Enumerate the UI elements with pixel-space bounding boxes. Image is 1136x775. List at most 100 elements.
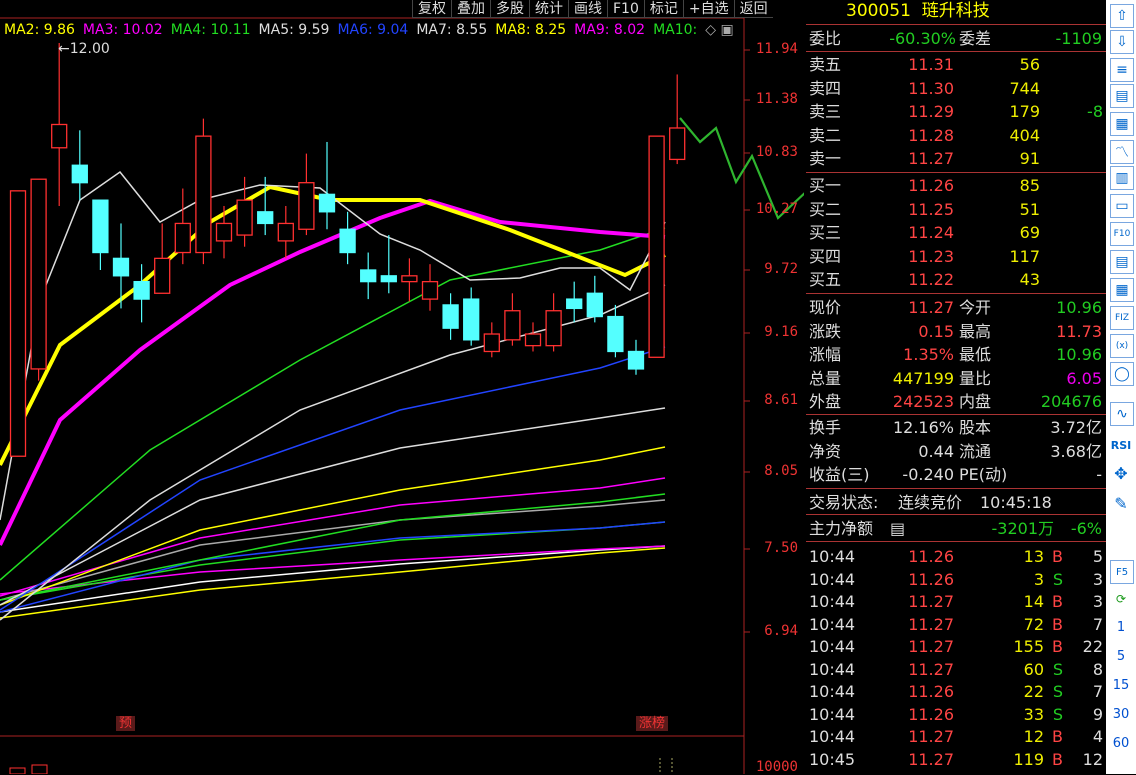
move-icon[interactable]: ✥ xyxy=(1110,462,1132,484)
toolbar-button-1[interactable]: 叠加 xyxy=(451,0,490,18)
quote-value: 1.35% xyxy=(903,345,954,364)
tick-count: 12 xyxy=(1082,749,1103,769)
quote-value: 10.96 xyxy=(1056,298,1102,317)
candle-icon[interactable]: ▥ xyxy=(1110,166,1134,190)
wave-icon[interactable]: ∿ xyxy=(1110,402,1134,426)
candle-body xyxy=(421,280,439,300)
toolbar-button-5[interactable]: F10 xyxy=(607,0,644,18)
toolbar-button-3[interactable]: 统计 xyxy=(529,0,568,18)
y-tick-label: 10000 xyxy=(755,759,798,775)
y-axis: 11.94 11.38 10.83 10.27 9.72 9.16 8.61 8.05 7.50… xyxy=(744,0,804,775)
bid-price: 11.22 xyxy=(908,270,954,289)
rfx-icon[interactable]: (x) xyxy=(1110,334,1134,358)
period-5[interactable]: 5 xyxy=(1106,649,1136,664)
bid-price: 11.25 xyxy=(908,199,954,219)
table-icon[interactable]: ▦ xyxy=(1110,112,1134,136)
bid-volume: 51 xyxy=(1019,199,1040,219)
toolbar-button-6[interactable]: 标记 xyxy=(643,0,683,18)
period-15[interactable]: 15 xyxy=(1106,678,1136,693)
limit-up-tag[interactable]: 涨榜 xyxy=(636,716,669,731)
circle-icon[interactable]: ◯ xyxy=(1110,362,1134,386)
candle-body xyxy=(442,304,459,329)
tick-count: 4 xyxy=(1092,727,1103,746)
chart-toolbar: 复权 叠加 多股 统计 画线 F10 标记 +自选 返回 xyxy=(412,0,773,18)
fund-row: 换手 12.16% 股本 3.72亿 xyxy=(806,416,1106,439)
candle-body xyxy=(277,222,294,242)
doc-icon[interactable]: ▤ xyxy=(1110,250,1134,274)
toolbar-button-4[interactable]: 画线 xyxy=(568,0,607,18)
fiz-icon[interactable]: FIZ xyxy=(1110,306,1134,330)
pen-icon[interactable]: ✎ xyxy=(1110,492,1132,514)
tick-volume: 33 xyxy=(1023,704,1044,724)
mainflow-row[interactable]: 主力净额 ▤ -3201万 -6% xyxy=(806,517,1106,540)
line-chart-icon[interactable]: 〽 xyxy=(1110,140,1134,164)
candle-body xyxy=(648,135,665,358)
bid-label: 买三 xyxy=(809,223,842,242)
y-tick-label: 9.16 xyxy=(764,324,798,340)
toolbar-button-7[interactable]: +自选 xyxy=(682,0,734,18)
tick-side: S xyxy=(1052,704,1063,724)
y-tick-label: 9.72 xyxy=(764,261,798,277)
bid-row: 买一 11.26 85 xyxy=(806,174,1106,197)
period-1[interactable]: 1 xyxy=(1106,620,1136,635)
quote-row: 现价 11.27 今开 10.96 xyxy=(806,296,1106,319)
tick-count: 22 xyxy=(1082,637,1103,656)
quote-label: 现价 xyxy=(809,298,842,317)
toolbar-button-2[interactable]: 多股 xyxy=(490,0,529,18)
arrow-up-icon[interactable]: ⇧ xyxy=(1110,4,1134,28)
candle-body xyxy=(195,135,212,254)
period-30[interactable]: 30 xyxy=(1106,707,1136,722)
tick-row: 10:44 11.27 155 B 22 xyxy=(806,635,1106,658)
tick-time: 10:44 xyxy=(809,547,856,566)
list-icon[interactable]: ▤ xyxy=(890,517,905,540)
tick-side: B xyxy=(1052,614,1063,634)
kline-svg[interactable] xyxy=(0,0,804,774)
bars-icon[interactable]: ▤ xyxy=(1110,84,1134,108)
fund-label: 股本 xyxy=(959,418,992,437)
candle-body xyxy=(30,178,47,370)
refresh-icon[interactable]: ⟳ xyxy=(1110,588,1132,610)
wei-diff-label: 委差 xyxy=(959,29,992,48)
legend-icons[interactable]: ◇ ▣ xyxy=(705,20,733,40)
kline-chart[interactable]: ←12.00 复权 叠加 多股 统计 画线 F10 标记 +自选 返回 MA2: 9.86 MA3… xyxy=(0,0,804,775)
toolbar-button-0[interactable]: 复权 xyxy=(412,0,451,18)
y-tick-label: 7.50 xyxy=(764,540,798,556)
ask-volume: 404 xyxy=(1009,125,1040,145)
quote-value: 0.15 xyxy=(918,321,954,341)
f5-label[interactable]: F5 xyxy=(1110,560,1134,584)
candle-body xyxy=(401,275,418,283)
ma-legend-item: MA5: 9.59 xyxy=(258,22,330,38)
tick-side: S xyxy=(1052,682,1063,701)
stock-code: 300051 xyxy=(846,1,911,21)
tick-price: 11.26 xyxy=(908,704,954,724)
divider xyxy=(806,293,1106,294)
tick-row: 10:44 11.26 22 S 7 xyxy=(806,680,1106,703)
list-icon[interactable]: ≡ xyxy=(1110,58,1134,82)
ma-legend-item: MA6: 9.04 xyxy=(337,22,409,38)
page-icon[interactable]: ▭ xyxy=(1110,194,1134,218)
period-60[interactable]: 60 xyxy=(1106,736,1136,751)
tick-side: B xyxy=(1052,592,1063,611)
tick-count: 3 xyxy=(1092,569,1103,589)
ask-change: -8 xyxy=(1087,102,1103,121)
toolbar-button-8[interactable]: 返回 xyxy=(733,0,773,18)
quote-value: 11.73 xyxy=(1056,321,1102,341)
grid-icon[interactable]: ▦ xyxy=(1110,278,1134,302)
quote-value: 6.05 xyxy=(1066,368,1102,388)
ma-line xyxy=(0,227,666,581)
f10-icon[interactable]: F10 xyxy=(1110,222,1134,246)
quote-value: 242523 xyxy=(892,392,954,411)
tick-price: 11.26 xyxy=(908,547,954,566)
candle-body xyxy=(463,298,480,341)
fund-value: - xyxy=(1096,465,1102,484)
arrow-down-icon[interactable]: ⇩ xyxy=(1110,30,1134,54)
candle-body xyxy=(9,190,27,457)
tick-volume: 12 xyxy=(1023,727,1044,746)
quote-value: 11.27 xyxy=(908,298,954,317)
ask-price: 11.27 xyxy=(908,149,954,168)
fund-value: 3.72亿 xyxy=(1050,418,1102,437)
ma-legend-item: MA10: xyxy=(653,22,698,38)
y-tick-label: 11.94 xyxy=(755,41,798,57)
candle-body xyxy=(627,350,645,370)
rsi-label[interactable]: RSI xyxy=(1110,434,1132,456)
